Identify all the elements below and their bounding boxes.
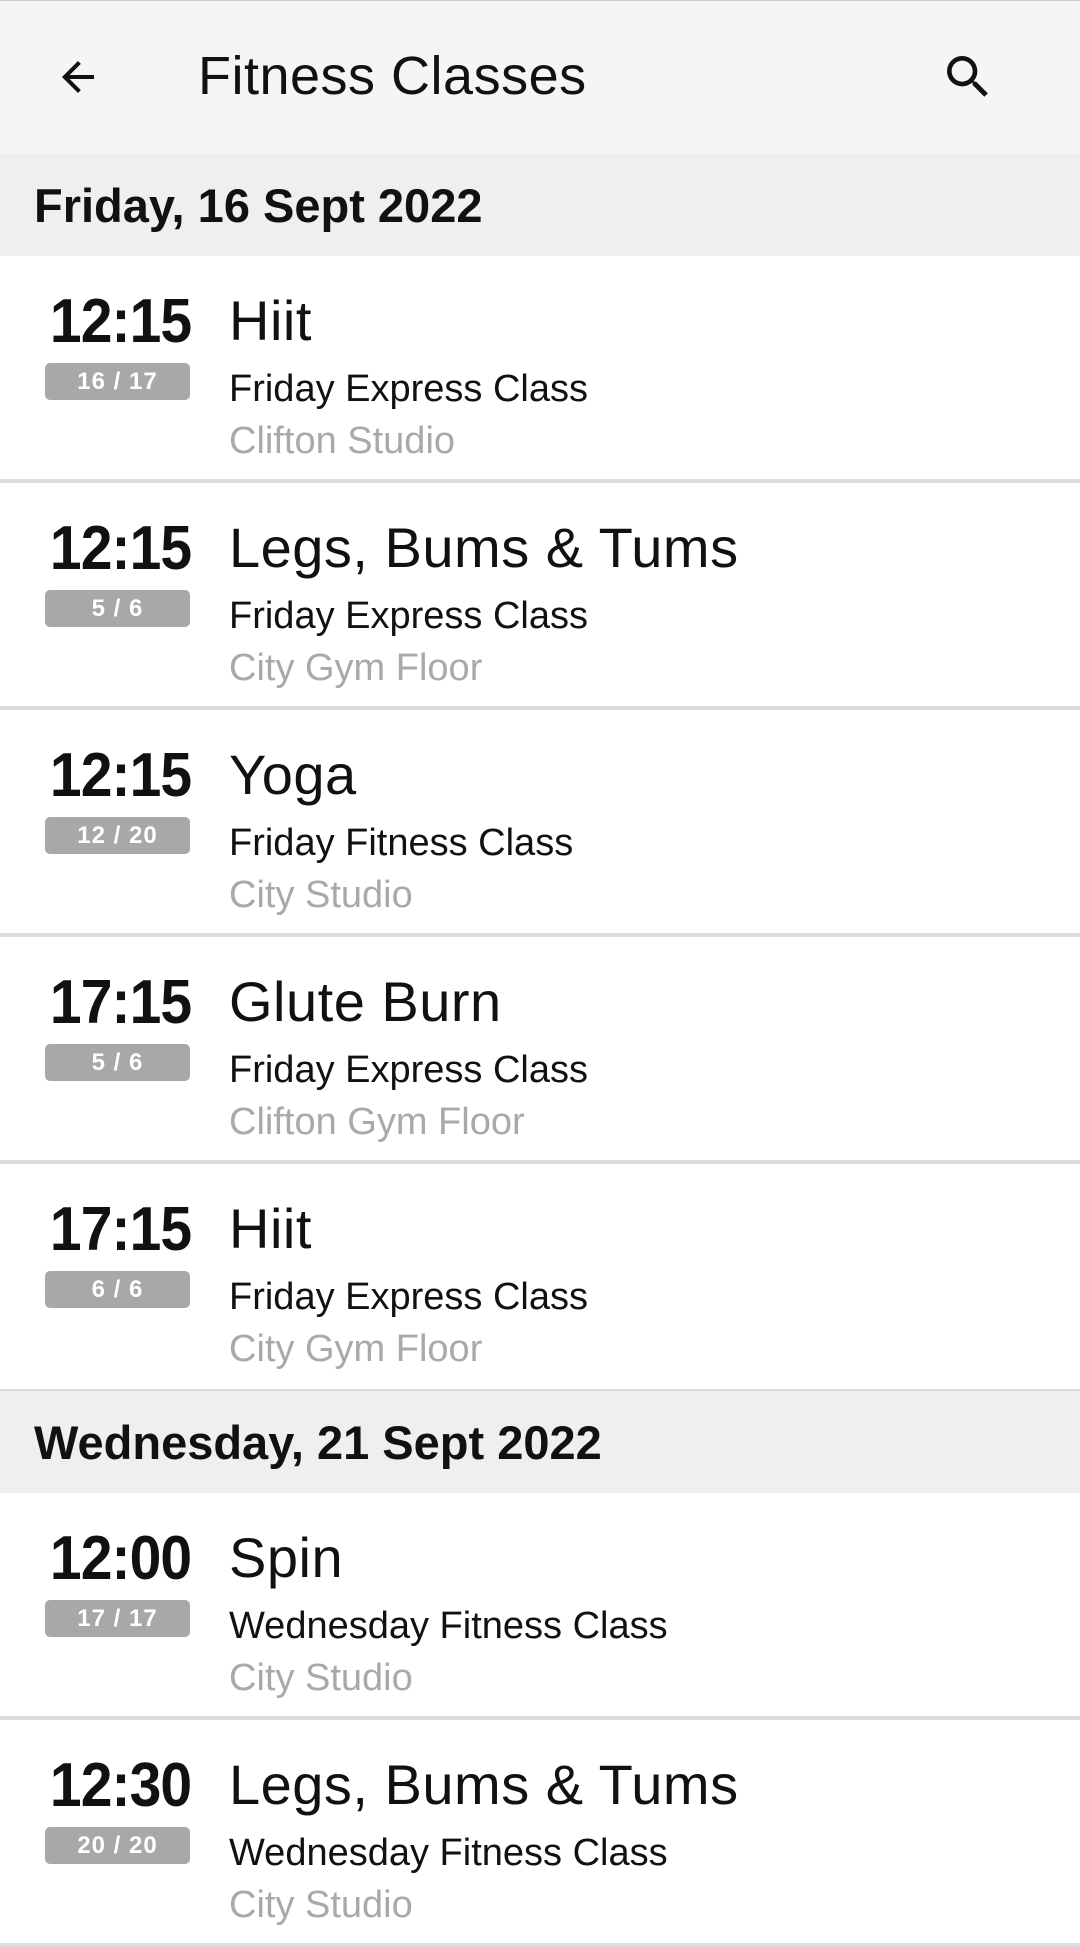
search-button[interactable] (930, 39, 1006, 115)
class-name: Hiit (229, 1197, 312, 1260)
class-time: 12:15 (49, 287, 192, 356)
class-type: Wednesday Fitness Class (229, 1605, 668, 1647)
class-name: Hiit (229, 289, 312, 352)
class-time: 12:15 (49, 514, 192, 583)
class-location: City Studio (229, 874, 413, 916)
class-name: Legs, Bums & Tums (229, 516, 739, 579)
capacity-badge: 5 / 6 (45, 590, 190, 627)
class-name: Glute Burn (229, 970, 502, 1033)
class-row[interactable]: 12:00 17 / 17 Spin Wednesday Fitness Cla… (0, 1493, 1080, 1720)
app-bar: Fitness Classes (0, 0, 1080, 154)
class-time: 17:15 (49, 968, 192, 1037)
class-row[interactable]: 17:15 5 / 6 Glute Burn Friday Express Cl… (0, 937, 1080, 1164)
capacity-badge: 20 / 20 (45, 1827, 190, 1864)
class-name: Yoga (229, 743, 357, 806)
class-list: Friday, 16 Sept 2022 12:15 16 / 17 Hiit … (0, 154, 1080, 1947)
back-button[interactable] (40, 39, 116, 115)
class-location: Clifton Gym Floor (229, 1101, 525, 1143)
capacity-badge: 17 / 17 (45, 1600, 190, 1637)
class-row[interactable]: 12:15 12 / 20 Yoga Friday Fitness Class … (0, 710, 1080, 937)
class-type: Friday Express Class (229, 368, 588, 410)
capacity-badge: 12 / 20 (45, 817, 190, 854)
class-type: Wednesday Fitness Class (229, 1832, 668, 1874)
class-time: 12:00 (49, 1524, 192, 1593)
page-title: Fitness Classes (198, 46, 587, 106)
class-type: Friday Express Class (229, 1049, 588, 1091)
class-location: Clifton Studio (229, 420, 456, 462)
class-location: City Gym Floor (229, 1328, 483, 1370)
class-location: City Studio (229, 1657, 413, 1699)
class-row[interactable]: 17:15 6 / 6 Hiit Friday Express Class Ci… (0, 1164, 1080, 1391)
class-location: City Gym Floor (229, 647, 483, 689)
day-header: Friday, 16 Sept 2022 (0, 154, 1080, 256)
class-time: 17:15 (49, 1195, 192, 1264)
search-icon (947, 56, 988, 97)
capacity-badge: 6 / 6 (45, 1271, 190, 1308)
class-type: Friday Fitness Class (229, 822, 574, 864)
class-row[interactable]: 12:30 20 / 20 Legs, Bums & Tums Wednesda… (0, 1720, 1080, 1947)
class-location: City Studio (229, 1884, 413, 1926)
capacity-badge: 16 / 17 (45, 363, 190, 400)
class-row[interactable]: 12:15 5 / 6 Legs, Bums & Tums Friday Exp… (0, 483, 1080, 710)
class-type: Friday Express Class (229, 1276, 588, 1318)
day-header: Wednesday, 21 Sept 2022 (0, 1391, 1080, 1493)
class-time: 12:30 (49, 1751, 192, 1820)
class-row[interactable]: 12:15 16 / 17 Hiit Friday Express Class … (0, 256, 1080, 483)
class-time: 12:15 (49, 741, 192, 810)
arrow-left-icon (62, 61, 94, 93)
class-type: Friday Express Class (229, 595, 588, 637)
capacity-badge: 5 / 6 (45, 1044, 190, 1081)
class-name: Legs, Bums & Tums (229, 1753, 739, 1816)
class-name: Spin (229, 1526, 344, 1589)
